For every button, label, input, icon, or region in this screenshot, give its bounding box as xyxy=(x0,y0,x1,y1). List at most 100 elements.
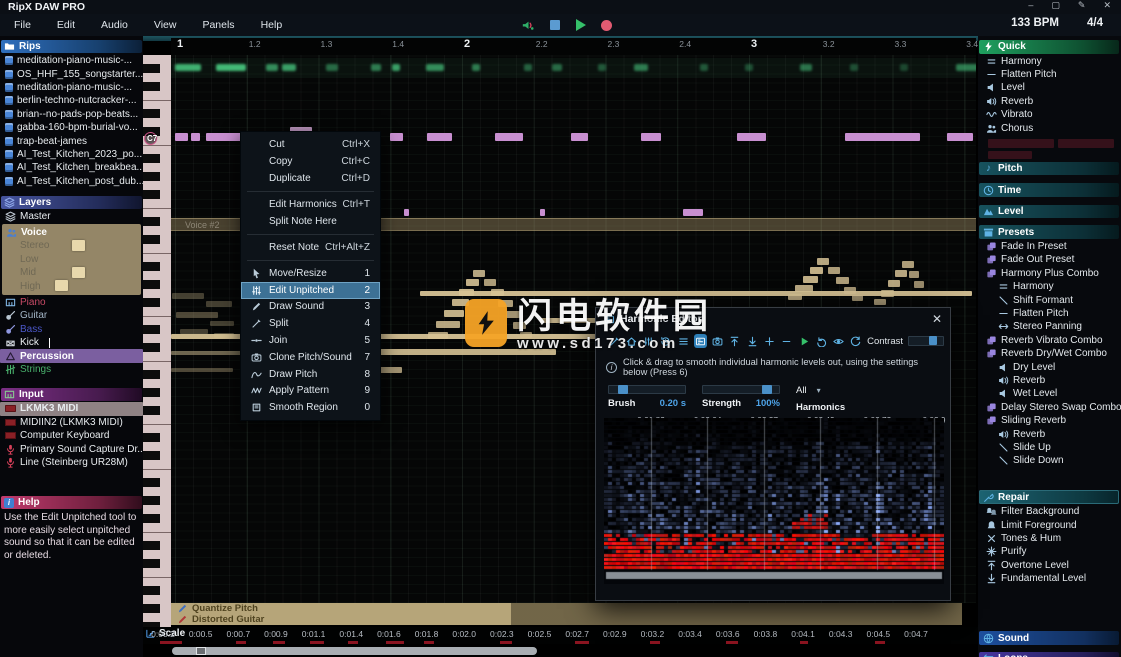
rip-item[interactable]: trap-beat-james xyxy=(0,134,143,147)
section-header-level[interactable]: Level xyxy=(979,204,1119,219)
import-down-tool[interactable] xyxy=(746,334,758,348)
sidebar-item-tones-hum[interactable]: Tones & Hum xyxy=(978,532,1121,545)
menu-panels[interactable]: Panels xyxy=(202,19,234,31)
context-menu-tool-item[interactable]: Smooth Region 0 xyxy=(241,399,380,416)
pitched-note-green[interactable] xyxy=(371,64,381,71)
pitched-note-green[interactable] xyxy=(392,64,400,71)
piano-key-black[interactable] xyxy=(143,325,160,334)
rip-item[interactable]: AI_Test_Kitchen_2023_po... xyxy=(0,148,143,161)
note[interactable] xyxy=(571,133,588,141)
layer-voice[interactable]: Voice xyxy=(2,225,141,239)
note[interactable] xyxy=(390,133,403,141)
brush-slider[interactable] xyxy=(608,385,686,394)
export-up-tool[interactable] xyxy=(729,334,741,348)
piano-key-black[interactable] xyxy=(143,280,160,289)
section-header-quick[interactable]: Quick xyxy=(979,40,1119,54)
pitched-note-green[interactable] xyxy=(175,64,201,71)
zoom-in-tool[interactable] xyxy=(763,334,775,348)
rip-item[interactable]: OS_HHF_155_songstarter... xyxy=(0,67,143,80)
piano-key-black[interactable] xyxy=(143,406,160,415)
quantize-pitch-band[interactable]: Quantize Pitch xyxy=(171,603,962,614)
unpitched-sound-segment[interactable] xyxy=(210,321,234,326)
pitched-note-green[interactable] xyxy=(956,64,976,71)
pitched-note-green[interactable] xyxy=(472,64,480,71)
unpitched-sound-segment[interactable] xyxy=(914,281,924,288)
scrollbar-anchor[interactable] xyxy=(196,647,206,655)
sidebar-item-reverb[interactable]: Reverb xyxy=(978,374,1121,387)
sidebar-item-reverb-dry-wet-combo[interactable]: Reverb Dry/Wet Combo xyxy=(978,347,1121,360)
sidebar-item-slide-down[interactable]: Slide Down xyxy=(978,454,1121,467)
close-icon[interactable]: ✕ xyxy=(932,312,942,326)
context-menu-tool-item[interactable]: Join 5 xyxy=(241,332,380,349)
preview-play[interactable] xyxy=(798,334,810,348)
unpitched-sound-segment[interactable] xyxy=(176,312,218,318)
sidebar-item-overtone-level[interactable]: Overtone Level xyxy=(978,559,1121,572)
menu-view[interactable]: View xyxy=(154,19,177,31)
sidebar-item-fade-out-preset[interactable]: Fade Out Preset xyxy=(978,253,1121,266)
note[interactable] xyxy=(540,209,545,216)
sidebar-item-harmony-plus-combo[interactable]: Harmony Plus Combo xyxy=(978,267,1121,280)
sidebar-item-stereo-panning[interactable]: Stereo Panning xyxy=(978,320,1121,333)
stop-button[interactable] xyxy=(548,19,561,32)
unpitched-sound-segment[interactable] xyxy=(888,280,900,287)
piano-key-black[interactable] xyxy=(143,109,160,118)
unpitched-sound-segment[interactable] xyxy=(459,289,474,296)
input-section-header[interactable]: Input xyxy=(1,388,142,402)
pitched-note-green[interactable] xyxy=(524,64,532,71)
unpitched-sound-segment[interactable] xyxy=(795,285,813,292)
close-button[interactable]: ✕ xyxy=(1103,0,1111,11)
rip-item[interactable]: brian--no-pads-pop-beats... xyxy=(0,108,143,121)
input-item[interactable]: Primary Sound Capture Dr... xyxy=(0,442,143,455)
scrollbar-handle[interactable] xyxy=(172,647,537,655)
menu-edit[interactable]: Edit xyxy=(57,19,75,31)
unpitched-sound-segment[interactable] xyxy=(206,301,232,307)
unpitched-sound-segment[interactable] xyxy=(810,267,823,274)
layer-guitar[interactable]: Guitar xyxy=(0,309,143,322)
piano-key-black[interactable] xyxy=(143,514,160,523)
layer-kick[interactable]: Kick xyxy=(0,336,143,349)
unpitched-sound-segment[interactable] xyxy=(436,321,460,328)
bar-ruler[interactable]: 1 1.2 1.3 1.4 2 2.2 2.3 2.4 3 3.2 3.3 3.4 xyxy=(171,38,978,56)
time-scale-ruler[interactable]: Scale 0:00.2 0:00.5 0:00.7 0:00.9 0:01.1 0:01… xyxy=(143,627,1121,644)
strength-slider[interactable] xyxy=(702,385,780,394)
harmonic-spectrogram[interactable] xyxy=(604,418,944,584)
voice-sub-mid[interactable]: Mid xyxy=(2,266,141,279)
unpitched-sound-segment[interactable] xyxy=(180,329,208,334)
context-menu-tool-item[interactable]: Edit Unpitched 2 xyxy=(241,281,380,299)
sidebar-item-reverb[interactable]: Reverb xyxy=(978,427,1121,440)
note[interactable] xyxy=(641,133,661,141)
context-menu-item[interactable]: Duplicate Ctrl+D xyxy=(241,170,380,187)
unpitched-sound-segment[interactable] xyxy=(852,295,863,301)
unpitched-sound-segment[interactable] xyxy=(788,294,802,300)
sidebar-item-sliding-reverb[interactable]: Sliding Reverb xyxy=(978,414,1121,427)
voice-sub-high[interactable]: High xyxy=(2,279,141,292)
piano-key-black[interactable] xyxy=(143,388,160,397)
unpitched-sound-segment[interactable] xyxy=(172,293,204,299)
note[interactable] xyxy=(845,133,920,141)
sidebar-item-filter-background[interactable]: Filter Background xyxy=(978,505,1121,518)
context-menu-item[interactable]: Edit Harmonics Ctrl+T xyxy=(241,196,380,213)
note[interactable] xyxy=(191,133,200,141)
rip-item[interactable]: meditation-piano-music-... xyxy=(0,81,143,94)
play-button[interactable] xyxy=(574,19,587,32)
unpitched-sound-segment[interactable] xyxy=(828,267,840,274)
time-signature[interactable]: 4/4 xyxy=(1087,17,1103,29)
note[interactable] xyxy=(495,133,523,141)
sidebar-item-vibrato[interactable]: Vibrato xyxy=(978,108,1121,121)
distorted-guitar-band[interactable]: Distorted Guitar xyxy=(171,614,962,625)
unpitched-sound-segment[interactable] xyxy=(491,289,504,296)
note[interactable] xyxy=(175,133,188,141)
input-item[interactable]: Computer Keyboard xyxy=(0,429,143,442)
input-item[interactable]: MIDIIN2 (LKMK3 MIDI) xyxy=(0,416,143,429)
piano-key-black[interactable] xyxy=(143,217,160,226)
note[interactable] xyxy=(947,133,973,141)
record-button[interactable] xyxy=(600,19,613,32)
sidebar-item-reverb[interactable]: Reverb xyxy=(978,95,1121,108)
sidebar-item-flatten-pitch[interactable]: Flatten Pitch xyxy=(978,307,1121,320)
rip-item[interactable]: meditation-piano-music-... xyxy=(0,54,143,67)
piano-key-black[interactable] xyxy=(143,559,160,568)
contrast-slider[interactable] xyxy=(908,336,944,346)
context-menu-item[interactable]: Split Note Here xyxy=(241,213,380,230)
pitched-note-green[interactable] xyxy=(800,64,812,71)
sidebar-item-reverb-vibrato-combo[interactable]: Reverb Vibrato Combo xyxy=(978,334,1121,347)
